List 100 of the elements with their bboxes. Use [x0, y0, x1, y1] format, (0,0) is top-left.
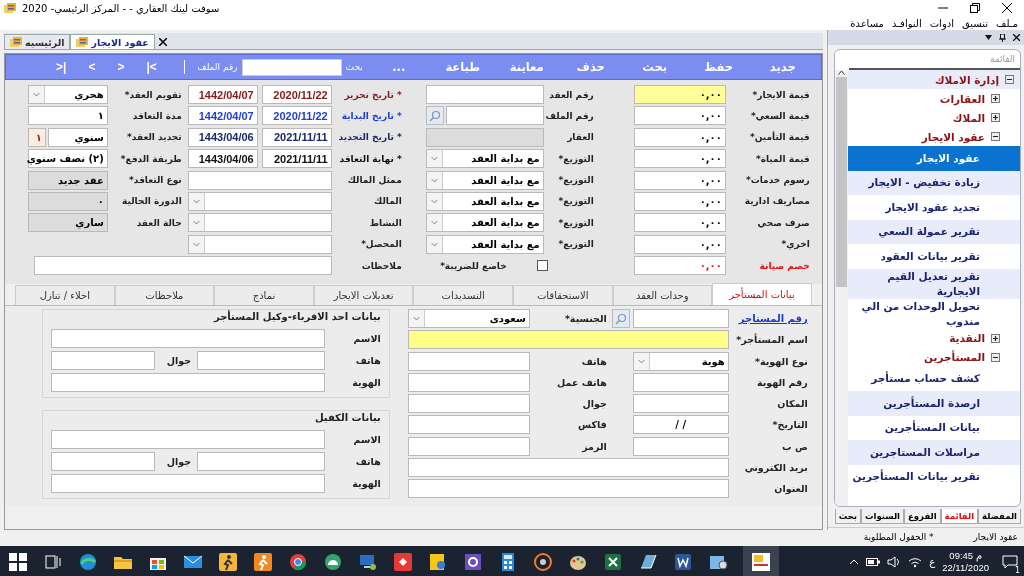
dropdown[interactable] — [187, 191, 332, 211]
dropdown[interactable] — [187, 234, 332, 254]
spreadsheet-icon[interactable] — [603, 551, 623, 572]
collapse-icon[interactable] — [991, 132, 1000, 141]
text-field[interactable]: ١ — [27, 127, 46, 147]
dropdown[interactable]: هجري — [27, 85, 108, 104]
app-icon[interactable] — [393, 551, 413, 572]
date-field[interactable]: 1443/04/06 — [187, 127, 258, 147]
tree-item[interactable]: تحويل الوحدات من الي مندوب — [847, 298, 1020, 329]
tree-item[interactable]: النقدية — [847, 328, 1020, 348]
tab[interactable]: ملاحظات — [114, 285, 215, 305]
text-field[interactable] — [407, 436, 530, 456]
text-field[interactable] — [407, 458, 729, 478]
date-field[interactable]: 1443/04/06 — [187, 149, 258, 169]
tree-item[interactable]: تقرير بيانات المستأجرين — [847, 464, 1020, 489]
chevron-up-icon[interactable] — [849, 558, 860, 565]
dropdown-arrow-icon[interactable] — [985, 35, 992, 40]
text-field[interactable]: ٠,٠٠ — [633, 213, 726, 233]
notification-button[interactable]: 1 — [1000, 551, 1020, 572]
caret-icon[interactable] — [426, 192, 443, 210]
text-field[interactable] — [425, 85, 544, 104]
search-button[interactable] — [611, 309, 630, 328]
tree-item[interactable]: مراسلات المستاجرين — [847, 440, 1020, 465]
search-button[interactable] — [425, 106, 444, 126]
caret-icon[interactable] — [28, 86, 45, 103]
tab[interactable]: بحث — [834, 509, 861, 524]
menu-item[interactable]: ادوات — [929, 17, 954, 29]
menu-item[interactable]: تنسيق — [961, 17, 989, 29]
tab[interactable]: التسديدات — [413, 285, 513, 305]
document-icon[interactable] — [673, 551, 693, 572]
caret-icon[interactable] — [426, 150, 443, 168]
tab[interactable]: القائمة — [940, 509, 979, 524]
text-field[interactable] — [50, 351, 156, 370]
readonly-field[interactable]: ٠ — [27, 191, 108, 211]
dropdown[interactable]: مع بداية العقد — [425, 234, 544, 254]
browser-icon[interactable] — [78, 551, 98, 572]
text-field[interactable]: ٠,٠٠ — [633, 127, 726, 147]
menu-item[interactable]: مساعدة — [850, 17, 884, 29]
text-field[interactable] — [50, 430, 326, 449]
date-field[interactable]: 2020/11/22 — [261, 85, 332, 104]
tree-item[interactable]: تقرير عمولة السعي — [847, 219, 1020, 244]
caret-icon[interactable] — [188, 214, 205, 232]
caret-icon[interactable] — [408, 310, 425, 327]
date-field[interactable]: 2020/11/22 — [261, 106, 332, 126]
tab[interactable]: الاستحقاقات — [512, 285, 613, 305]
start-icon[interactable] — [8, 551, 28, 572]
readonly-field[interactable] — [425, 127, 544, 147]
text-field[interactable]: ٠,٠٠ — [633, 170, 726, 190]
expand-icon[interactable] — [991, 333, 1000, 343]
close-icon[interactable] — [158, 38, 167, 46]
caret-icon[interactable] — [188, 192, 205, 210]
menu-item[interactable]: النوافـذ — [891, 17, 922, 29]
readonly-field[interactable]: ساري — [27, 213, 108, 233]
tenant-number-link[interactable]: رقم المستاجر — [731, 313, 808, 324]
browser-icon[interactable] — [288, 551, 308, 572]
media-icon[interactable] — [533, 551, 553, 572]
text-field[interactable]: ٠,٠٠ — [633, 149, 726, 169]
tree-item[interactable]: ارصدة المستأجرين — [847, 391, 1020, 416]
date-field[interactable]: 2021/11/11 — [261, 127, 332, 147]
expand-icon[interactable] — [991, 113, 1000, 122]
text-field[interactable] — [407, 394, 530, 414]
text-field[interactable] — [50, 329, 326, 348]
tab[interactable]: تعديلات الايجار — [313, 285, 414, 305]
text-field[interactable] — [33, 256, 332, 276]
date-field[interactable]: 1442/04/07 — [187, 106, 258, 126]
tree-item[interactable]: الملاك — [847, 108, 1020, 127]
text-field[interactable]: سنوي — [47, 127, 108, 147]
text-field[interactable] — [197, 452, 326, 471]
app-icon[interactable] — [428, 551, 448, 572]
text-field[interactable] — [407, 479, 729, 499]
dropdown[interactable]: مع بداية العقد — [425, 149, 544, 169]
tree-item[interactable]: العقارات — [847, 89, 1020, 108]
tree-item[interactable]: كشف حساب مستأجر — [847, 366, 1020, 391]
app-icon[interactable] — [751, 551, 771, 572]
date-field[interactable]: 2021/11/11 — [261, 149, 332, 169]
text-field[interactable]: / / — [632, 415, 729, 435]
text-field[interactable]: ٠,٠٠ — [633, 106, 726, 126]
text-field[interactable]: ١ — [27, 106, 108, 126]
caret-icon[interactable] — [633, 352, 650, 370]
caret-icon[interactable] — [426, 214, 443, 232]
close-icon[interactable] — [1002, 3, 1012, 13]
dropdown[interactable] — [187, 213, 332, 233]
restore-icon[interactable] — [970, 3, 980, 13]
text-field[interactable] — [50, 452, 156, 471]
readonly-field[interactable]: عقد جديد — [27, 170, 108, 190]
scrollbar[interactable] — [834, 70, 848, 506]
scroll-up-icon[interactable] — [837, 70, 845, 75]
battery-icon[interactable] — [866, 557, 881, 566]
text-field[interactable] — [407, 351, 530, 371]
text-field[interactable] — [632, 309, 729, 328]
tree-item[interactable]: تجديد عقود الايجار — [847, 195, 1020, 220]
tree-item[interactable]: إدارة الاملاك — [847, 70, 1020, 89]
tree-item[interactable]: بيانات المستأجرين — [847, 415, 1020, 440]
language-indicator[interactable]: ع — [929, 556, 936, 567]
clock-date[interactable]: 22/11/2020 — [942, 561, 989, 574]
wifi-icon[interactable] — [908, 555, 923, 568]
tree-item[interactable]: تقرير بيانات العقود — [847, 244, 1020, 269]
text-field[interactable] — [445, 106, 544, 126]
caret-icon[interactable] — [426, 171, 443, 189]
checkbox[interactable] — [536, 260, 548, 272]
